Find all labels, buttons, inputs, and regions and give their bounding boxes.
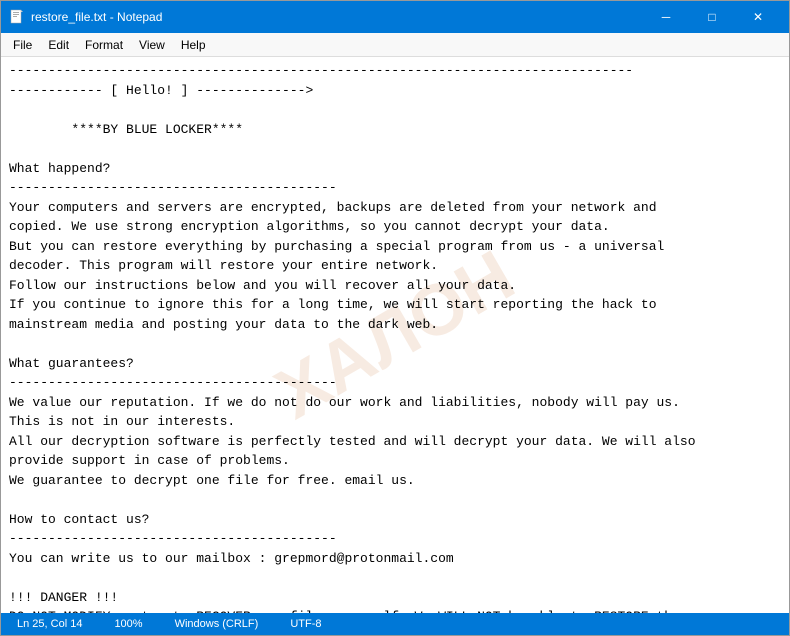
menu-format[interactable]: Format (77, 36, 131, 54)
menu-bar: File Edit Format View Help (1, 33, 789, 57)
menu-file[interactable]: File (5, 36, 40, 54)
zoom-level: 100% (106, 618, 150, 630)
line-ending: Windows (CRLF) (167, 618, 267, 630)
app-icon (9, 9, 25, 25)
title-bar: restore_file.txt - Notepad ─ □ ✕ (1, 1, 789, 33)
editor-area[interactable]: XАЛОН ----------------------------------… (1, 57, 789, 613)
status-bar: Ln 25, Col 14 100% Windows (CRLF) UTF-8 (1, 613, 789, 635)
menu-edit[interactable]: Edit (40, 36, 77, 54)
cursor-position: Ln 25, Col 14 (9, 618, 90, 630)
window-title: restore_file.txt - Notepad (31, 10, 643, 24)
menu-view[interactable]: View (131, 36, 173, 54)
maximize-button[interactable]: □ (689, 1, 735, 33)
encoding: UTF-8 (282, 618, 329, 630)
text-content[interactable]: ----------------------------------------… (9, 61, 781, 613)
close-button[interactable]: ✕ (735, 1, 781, 33)
notepad-window: restore_file.txt - Notepad ─ □ ✕ File Ed… (0, 0, 790, 636)
minimize-button[interactable]: ─ (643, 1, 689, 33)
window-controls: ─ □ ✕ (643, 1, 781, 33)
menu-help[interactable]: Help (173, 36, 214, 54)
